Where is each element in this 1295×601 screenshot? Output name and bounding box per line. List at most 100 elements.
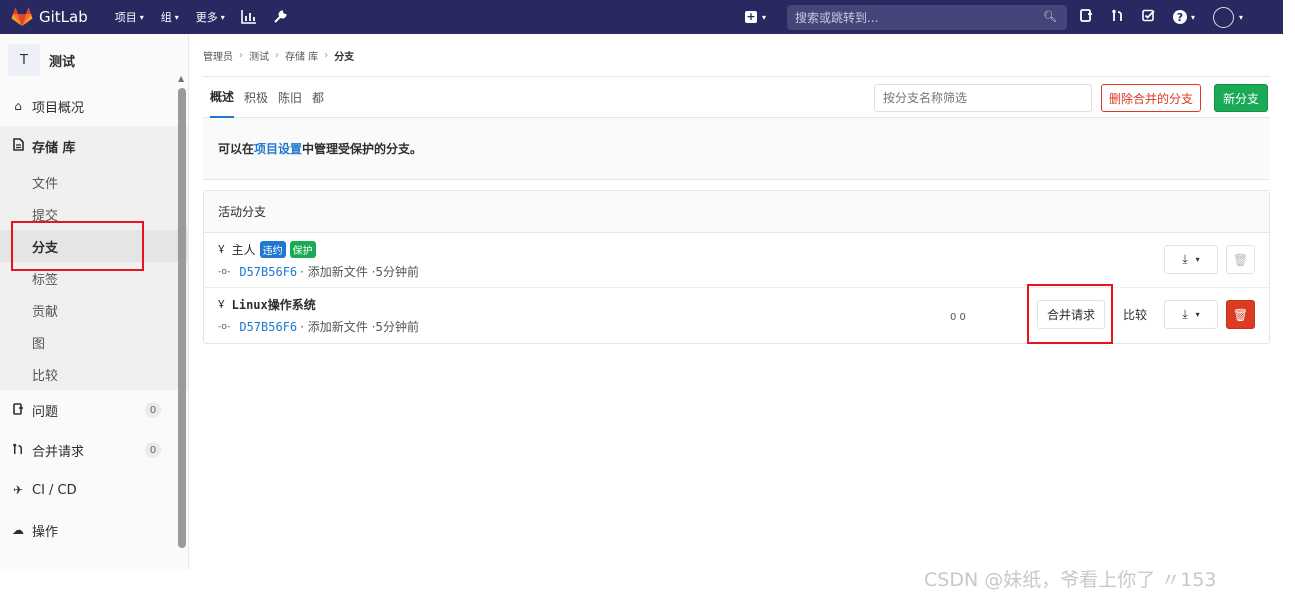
protected-badge: 保护 xyxy=(289,241,316,258)
download-dropdown-button[interactable]: ⤓ ▾ xyxy=(1164,300,1218,329)
scroll-up-arrow-icon[interactable]: ▲ xyxy=(178,74,184,83)
sidebar-item-repository[interactable]: 存储 库 xyxy=(0,126,188,166)
branch-name[interactable]: Linux操作系统 xyxy=(232,296,316,313)
commit-icon: -o- xyxy=(218,321,231,332)
delete-branch-button[interactable]: 🗑︎ xyxy=(1226,300,1255,329)
chevron-down-icon: ▾ xyxy=(220,12,225,22)
chevron-down-icon: ▾ xyxy=(1195,255,1200,264)
chevron-right-icon: › xyxy=(275,49,279,61)
sidebar-item-cicd[interactable]: ✈ CI / CD xyxy=(0,470,188,510)
chevron-down-icon: ▾ xyxy=(1195,310,1200,319)
branch-row: Ұ 主人 违约 保护 -o- D57B56F6 · 添加新文件 ·5分钟前 ⤓ … xyxy=(204,233,1269,288)
commit-message: · 添加新文件 ·5分钟前 xyxy=(300,265,420,279)
main-content: 管理员 › 测试 › 存储 库 › 分支 概述 积极 陈旧 都 删除合并的分支 … xyxy=(203,34,1270,344)
issues-icon xyxy=(11,402,25,418)
chevron-right-icon: › xyxy=(239,49,243,61)
sidebar-group-repository: 存储 库 文件 提交 分支 标签 贡献 图 比较 xyxy=(0,126,188,390)
avatar xyxy=(1213,6,1235,28)
plus-square-icon: + xyxy=(745,10,757,23)
delete-branch-button-disabled: 🗑︎ xyxy=(1226,245,1255,274)
scroll-thumb[interactable] xyxy=(178,88,186,548)
branch-row: Ұ Linux操作系统 -o- D57B56F6 · 添加新文件 ·5分钟前 0… xyxy=(204,288,1269,343)
sidebar-item-operations[interactable]: ☁ 操作 xyxy=(0,510,188,550)
user-menu[interactable]: ▾ xyxy=(1213,6,1244,28)
todo-icon[interactable] xyxy=(1142,9,1155,26)
merge-request-button[interactable]: 合并请求 xyxy=(1037,300,1105,329)
sidebar-sub-contributors[interactable]: 贡献 xyxy=(0,294,188,326)
branch-filter-input[interactable] xyxy=(874,84,1092,112)
active-branches-panel: 活动分支 Ұ 主人 违约 保护 -o- D57B56F6 · 添加新文件 ·5分… xyxy=(203,190,1270,344)
sidebar-sub-branches[interactable]: 分支 xyxy=(0,230,188,262)
new-branch-button[interactable]: 新分支 xyxy=(1214,84,1269,112)
breadcrumb-project[interactable]: 测试 xyxy=(249,48,269,63)
breadcrumb: 管理员 › 测试 › 存储 库 › 分支 xyxy=(203,34,1270,76)
chevron-down-icon: ▾ xyxy=(1191,12,1196,22)
issues-icon[interactable] xyxy=(1080,8,1093,26)
commit-sha[interactable]: D57B56F6 xyxy=(239,320,297,334)
chevron-down-icon: ▾ xyxy=(762,12,767,22)
delete-merged-branches-button[interactable]: 删除合并的分支 xyxy=(1101,84,1202,112)
tab-all[interactable]: 都 xyxy=(312,77,324,118)
breadcrumb-branches[interactable]: 分支 xyxy=(334,48,354,63)
sidebar-sub-tags[interactable]: 标签 xyxy=(0,262,188,294)
chevron-down-icon: ▾ xyxy=(174,12,179,22)
trash-icon: 🗑︎ xyxy=(1232,307,1249,322)
default-badge: 违约 xyxy=(259,241,286,258)
top-navbar: GitLab 项目▾ 组▾ 更多▾ + ▾ 🔍︎ ? ▾ xyxy=(0,0,1283,34)
search-input[interactable] xyxy=(787,10,1037,25)
protected-branches-notice: 可以在 项目设置 中管理受保护的分支。 xyxy=(203,118,1270,180)
project-settings-link[interactable]: 项目设置 xyxy=(254,140,302,157)
download-icon: ⤓ xyxy=(1182,307,1188,321)
help-icon[interactable]: ? ▾ xyxy=(1173,10,1195,24)
chevron-down-icon: ▾ xyxy=(1239,12,1244,22)
nav-groups[interactable]: 组 ▾ xyxy=(161,9,179,25)
chevron-right-icon: › xyxy=(324,49,329,61)
nav-more[interactable]: 更多 ▾ xyxy=(196,9,225,25)
sidebar-sub-compare[interactable]: 比较 xyxy=(0,358,188,390)
rocket-icon: ✈ xyxy=(12,483,24,497)
activity-chart-icon[interactable] xyxy=(240,10,257,24)
sidebar-sub-commits[interactable]: 提交 xyxy=(0,198,188,230)
tab-stale[interactable]: 陈旧 xyxy=(278,77,302,118)
wrench-icon[interactable] xyxy=(273,10,287,24)
sidebar-scrollbar[interactable]: ▲ xyxy=(178,74,186,548)
sidebar-item-overview[interactable]: ⌂ 项目概况 xyxy=(0,86,188,126)
sidebar-item-issues[interactable]: 问题 0 xyxy=(0,390,188,430)
branch-name[interactable]: 主人 xyxy=(232,241,256,258)
panel-title: 活动分支 xyxy=(204,191,1269,233)
compare-button[interactable]: 比较 xyxy=(1113,300,1157,329)
home-icon: ⌂ xyxy=(14,99,22,113)
cloud-gauge-icon: ☁ xyxy=(12,523,24,537)
search-box[interactable]: 🔍︎ xyxy=(787,5,1067,30)
merge-request-icon[interactable] xyxy=(1111,9,1124,26)
tanuki-icon xyxy=(11,7,33,26)
search-icon: 🔍︎ xyxy=(1043,10,1057,23)
commit-sha[interactable]: D57B56F6 xyxy=(239,265,297,279)
sidebar-item-merge-requests[interactable]: 合并请求 0 xyxy=(0,430,188,470)
divergence-graph: 0 0 xyxy=(950,312,966,323)
new-dropdown[interactable]: + ▾ xyxy=(745,0,766,34)
merge-request-icon xyxy=(11,443,25,458)
project-sidebar: T 测试 ⌂ 项目概况 存储 库 文件 提交 分支 标签 贡献 图 比较 问题 … xyxy=(0,34,189,569)
project-avatar: T xyxy=(8,44,40,76)
tab-overview[interactable]: 概述 xyxy=(210,77,235,118)
mr-count-badge: 0 xyxy=(145,442,161,458)
issues-count-badge: 0 xyxy=(145,402,161,418)
branch-icon: Ұ xyxy=(218,243,225,256)
sidebar-sub-files[interactable]: 文件 xyxy=(0,166,188,198)
download-dropdown-button[interactable]: ⤓ ▾ xyxy=(1164,245,1218,274)
project-name: 测试 xyxy=(49,54,76,70)
watermark: CSDN @妹纸，爷看上你了 〃153 xyxy=(924,569,1217,591)
chevron-down-icon: ▾ xyxy=(139,12,144,22)
nav-projects[interactable]: 项目 ▾ xyxy=(115,9,144,25)
project-header[interactable]: T 测试 xyxy=(0,34,188,86)
trash-icon: 🗑︎ xyxy=(1232,252,1249,267)
commit-message: · 添加新文件 ·5分钟前 xyxy=(300,320,420,334)
tab-active[interactable]: 积极 xyxy=(244,77,268,118)
breadcrumb-repository[interactable]: 存储 库 xyxy=(285,48,318,63)
breadcrumb-admin[interactable]: 管理员 xyxy=(203,48,233,63)
commit-icon: -o- xyxy=(218,266,231,277)
branch-icon: Ұ xyxy=(218,298,225,311)
gitlab-logo[interactable]: GitLab xyxy=(11,7,88,27)
sidebar-sub-graph[interactable]: 图 xyxy=(0,326,188,358)
